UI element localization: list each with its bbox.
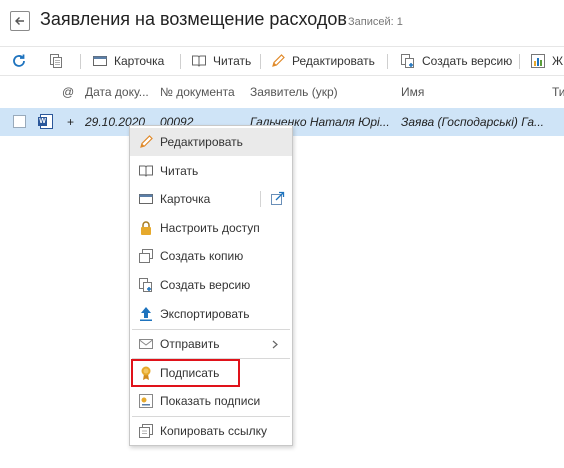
toolbar-separator xyxy=(180,54,181,69)
menu-split-divider xyxy=(260,191,261,207)
pencil-icon xyxy=(140,135,153,148)
menu-item-export[interactable]: Экспортировать xyxy=(130,300,292,328)
menu-item-label: Экспортировать xyxy=(160,307,250,321)
menu-item-edit[interactable]: Редактировать xyxy=(130,128,292,156)
copy-icon xyxy=(50,54,62,68)
grid-header: @ Дата доку... № документа Заявитель (ук… xyxy=(0,79,564,105)
column-header-number[interactable]: № документа xyxy=(160,85,246,99)
menu-item-copy-link[interactable]: Копировать ссылку xyxy=(130,417,292,445)
toolbar-separator xyxy=(260,54,261,69)
create-version-button[interactable]: Создать версию xyxy=(400,47,512,75)
arrow-left-icon xyxy=(15,17,24,25)
certificate-icon xyxy=(139,394,153,408)
book-icon xyxy=(139,165,153,177)
create-version-label: Создать версию xyxy=(422,54,513,68)
link-copy-icon xyxy=(139,424,153,438)
journal-button[interactable]: Ж xyxy=(530,47,563,75)
version-icon xyxy=(401,54,414,68)
row-expand[interactable]: + xyxy=(67,115,74,129)
refresh-icon xyxy=(13,54,25,67)
journal-chart-icon xyxy=(531,54,545,68)
open-in-new-window-icon[interactable] xyxy=(270,191,285,206)
menu-item-label: Настроить доступ xyxy=(160,221,260,235)
menu-item-label: Создать версию xyxy=(160,278,251,292)
menu-item-label: Показать подписи xyxy=(160,394,261,408)
journal-label: Ж xyxy=(552,54,564,68)
menu-item-label: Отправить xyxy=(160,337,220,351)
version-icon xyxy=(139,278,152,292)
menu-item-label: Создать копию xyxy=(160,249,244,263)
column-header-name[interactable]: Имя xyxy=(401,85,549,99)
menu-item-label: Читать xyxy=(160,164,199,178)
refresh-button[interactable] xyxy=(11,47,27,75)
row-name: Заява (Господарські) Га... xyxy=(401,115,545,129)
menu-item-show-signatures[interactable]: Показать подписи xyxy=(130,387,292,415)
title-bar: Заявления на возмещение расходов Записей… xyxy=(0,0,564,44)
export-arrow-icon xyxy=(140,307,152,321)
read-button[interactable]: Читать xyxy=(191,47,251,75)
back-button[interactable] xyxy=(10,11,30,31)
card-icon xyxy=(93,56,107,66)
menu-item-label: Карточка xyxy=(160,192,211,206)
record-count: Записей: 1 xyxy=(348,16,403,28)
highlight-annotation xyxy=(131,359,240,387)
menu-item-send[interactable]: Отправить xyxy=(130,330,292,358)
word-document-icon xyxy=(38,114,53,129)
book-icon xyxy=(192,55,206,67)
page-title: Заявления на возмещение расходов xyxy=(40,9,347,29)
pencil-icon xyxy=(272,54,285,67)
column-header-attachment[interactable]: @ xyxy=(62,85,74,99)
column-header-date[interactable]: Дата доку... xyxy=(85,85,157,99)
send-icon xyxy=(139,339,153,349)
menu-item-read[interactable]: Читать xyxy=(130,157,292,185)
read-label: Читать xyxy=(213,54,252,68)
toolbar-separator xyxy=(519,54,520,69)
toolbar: Карточка Читать Редактировать Создать ве… xyxy=(0,46,564,76)
column-header-applicant[interactable]: Заявитель (укр) xyxy=(250,85,398,99)
card-label: Карточка xyxy=(114,54,165,68)
context-menu: Редактировать Читать Карточка Настроить … xyxy=(129,125,293,446)
menu-item-create-version[interactable]: Создать версию xyxy=(130,271,292,299)
chevron-right-icon xyxy=(272,340,278,349)
card-icon xyxy=(139,194,153,204)
menu-item-card[interactable]: Карточка xyxy=(130,185,292,213)
menu-item-label: Редактировать xyxy=(160,135,243,149)
column-header-type[interactable]: Ти xyxy=(552,85,564,99)
edit-button[interactable]: Редактировать xyxy=(270,47,375,75)
edit-label: Редактировать xyxy=(292,54,375,68)
copy-icon xyxy=(139,249,153,263)
toolbar-separator xyxy=(387,54,388,69)
row-checkbox[interactable] xyxy=(13,115,26,128)
menu-item-create-copy[interactable]: Создать копию xyxy=(130,242,292,270)
card-button[interactable]: Карточка xyxy=(92,47,164,75)
menu-item-label: Копировать ссылку xyxy=(160,424,267,438)
lock-icon xyxy=(141,221,151,235)
menu-item-access[interactable]: Настроить доступ xyxy=(130,214,292,242)
copy-button[interactable] xyxy=(48,47,64,75)
toolbar-separator xyxy=(80,54,81,69)
